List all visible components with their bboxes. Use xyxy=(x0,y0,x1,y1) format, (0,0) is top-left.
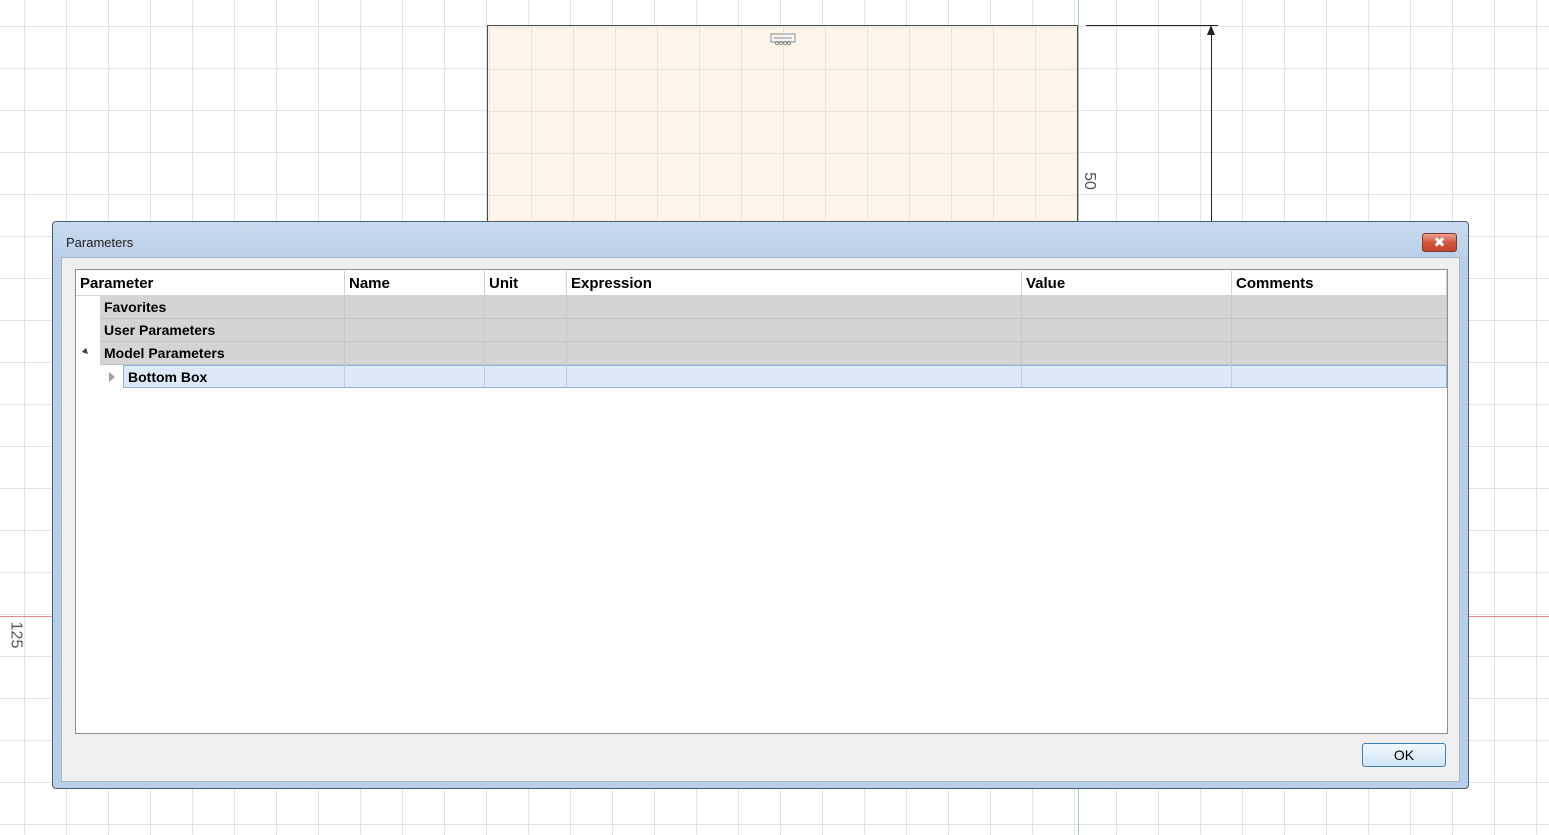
dialog-title: Parameters xyxy=(66,235,134,250)
sketch-constraint-icon[interactable] xyxy=(770,32,796,46)
group-label-user-parameters: User Parameters xyxy=(104,322,216,338)
group-label-favorites: Favorites xyxy=(100,296,345,319)
table-cell xyxy=(567,342,1022,365)
ok-button[interactable]: OK xyxy=(1362,743,1446,767)
table-cell xyxy=(1232,365,1447,388)
sketch-rectangle[interactable] xyxy=(487,25,1078,225)
table-cell xyxy=(1022,296,1232,319)
table-cell xyxy=(1022,342,1232,365)
component-label-bottom-box: Bottom Box xyxy=(123,365,345,388)
dimension-extension-line xyxy=(1086,25,1218,26)
row-indent xyxy=(76,319,100,342)
column-header-unit[interactable]: Unit xyxy=(485,271,567,296)
dialog-body: Parameter Name Unit Expression Value Com… xyxy=(61,257,1460,782)
parameters-table: Parameter Name Unit Expression Value Com… xyxy=(75,269,1448,734)
dialog-titlebar[interactable]: Parameters ✖ xyxy=(53,222,1468,252)
table-cell xyxy=(345,365,485,388)
table-cell xyxy=(1232,342,1447,365)
dimension-value-50[interactable]: 50 xyxy=(1080,172,1098,190)
table-cell xyxy=(1022,319,1232,342)
table-cell xyxy=(567,319,1022,342)
table-header: Parameter Name Unit Expression Value Com… xyxy=(76,271,1447,296)
table-cell xyxy=(485,365,567,388)
table-cell xyxy=(1232,296,1447,319)
group-label-model-parameters: Model Parameters xyxy=(100,342,345,365)
column-header-parameter[interactable]: Parameter xyxy=(76,271,345,296)
table-cell xyxy=(485,342,567,365)
table-cell xyxy=(1022,365,1232,388)
table-cell xyxy=(345,342,485,365)
dimension-line xyxy=(1211,28,1212,228)
table-cell xyxy=(1232,319,1447,342)
table-row-favorites[interactable]: Favorites xyxy=(76,296,1447,319)
row-indent xyxy=(76,296,100,319)
table-row-model-parameters[interactable]: Model Parameters xyxy=(76,342,1447,365)
row-indent xyxy=(76,342,100,365)
column-header-comments[interactable]: Comments xyxy=(1232,271,1447,296)
parameters-dialog: Parameters ✖ Parameter Name Unit Express… xyxy=(52,221,1469,789)
collapse-arrow-icon[interactable] xyxy=(81,347,91,357)
close-button[interactable]: ✖ xyxy=(1422,233,1457,252)
table-cell xyxy=(567,365,1022,388)
table-row-user-parameters[interactable]: User Parameters + xyxy=(76,319,1447,342)
column-header-value[interactable]: Value xyxy=(1022,271,1232,296)
table-cell xyxy=(345,296,485,319)
row-indent xyxy=(76,365,123,388)
table-cell xyxy=(345,319,485,342)
table-cell xyxy=(485,319,567,342)
dimension-arrow-icon xyxy=(1207,25,1215,35)
column-header-expression[interactable]: Expression xyxy=(567,271,1022,296)
expand-arrow-icon[interactable] xyxy=(109,372,115,382)
table-cell xyxy=(485,296,567,319)
table-cell xyxy=(567,296,1022,319)
group-cell-user-parameters: User Parameters + xyxy=(100,319,356,342)
column-header-name[interactable]: Name xyxy=(345,271,485,296)
dimension-value-125[interactable]: 125 xyxy=(6,622,24,649)
table-row-bottom-box[interactable]: Bottom Box xyxy=(76,365,1447,388)
